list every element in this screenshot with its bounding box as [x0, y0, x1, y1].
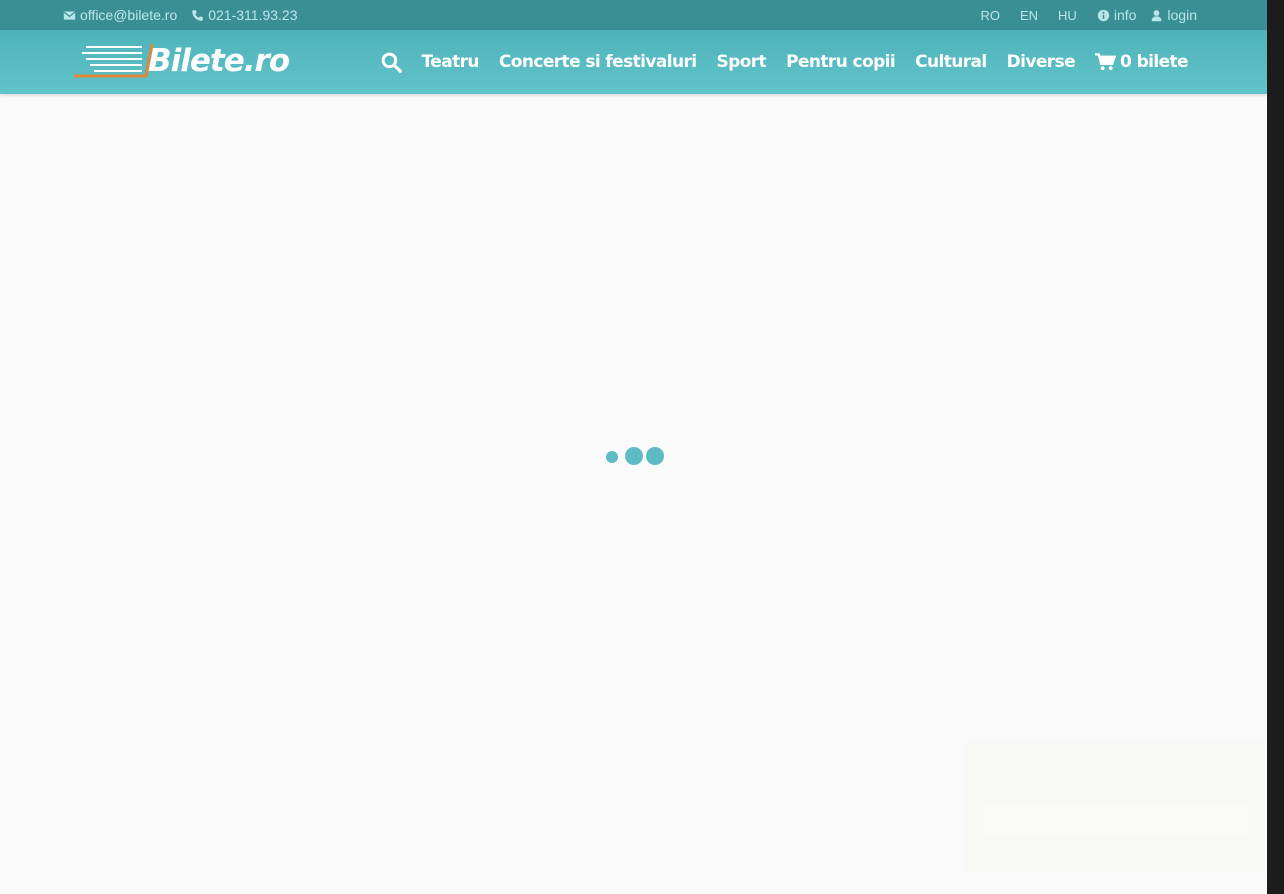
main-header: Bilete.ro Teatru Concerte si festivaluri… — [0, 30, 1267, 94]
info-link[interactable]: info — [1097, 7, 1137, 23]
loader-dot — [606, 451, 618, 463]
top-right-links: RO EN HU info login — [980, 0, 1197, 30]
nav-diverse[interactable]: Diverse — [1007, 52, 1076, 72]
top-contact-bar: office@bilete.ro 021-311.93.23 RO EN HU … — [0, 0, 1267, 30]
nav-teatru[interactable]: Teatru — [422, 52, 480, 72]
scrollbar-thumb[interactable] — [1267, 0, 1284, 894]
page-scrollbar[interactable] — [1267, 0, 1284, 894]
site-logo[interactable]: Bilete.ro — [72, 40, 302, 82]
loading-indicator — [604, 445, 668, 467]
language-hu[interactable]: HU — [1058, 8, 1077, 23]
cart-count-text: 0 bilete — [1120, 52, 1189, 72]
info-text: info — [1113, 7, 1137, 23]
main-navigation: Teatru Concerte si festivaluri Sport Pen… — [381, 30, 1189, 94]
contact-info: office@bilete.ro 021-311.93.23 — [63, 0, 298, 30]
search-button[interactable] — [381, 52, 402, 73]
login-text: login — [1167, 7, 1197, 23]
phone-text: 021-311.93.23 — [208, 7, 298, 23]
faded-cookie-notice — [965, 742, 1265, 872]
phone-link[interactable]: 021-311.93.23 — [191, 7, 298, 23]
logo-text: Bilete.ro — [148, 43, 290, 79]
faded-notice-button — [983, 804, 1249, 834]
phone-icon — [192, 9, 204, 21]
nav-sport[interactable]: Sport — [716, 52, 766, 72]
loader-dot — [625, 447, 643, 465]
login-link[interactable]: login — [1150, 7, 1197, 23]
user-icon — [1152, 9, 1162, 21]
language-en[interactable]: EN — [1020, 8, 1038, 23]
loader-dot — [646, 447, 664, 465]
envelope-icon — [63, 10, 76, 20]
logo-ticket-lines-icon — [74, 43, 154, 78]
language-ro[interactable]: RO — [980, 8, 1000, 23]
nav-concerte-si-festivaluri[interactable]: Concerte si festivaluri — [499, 52, 697, 72]
nav-cultural[interactable]: Cultural — [915, 52, 987, 72]
shopping-cart-icon — [1095, 53, 1117, 71]
email-link[interactable]: office@bilete.ro — [63, 7, 177, 23]
info-circle-icon — [1097, 9, 1110, 21]
email-text: office@bilete.ro — [80, 7, 178, 23]
cart-button[interactable]: 0 bilete — [1095, 52, 1189, 72]
nav-pentru-copii[interactable]: Pentru copii — [786, 52, 896, 72]
search-icon — [381, 52, 402, 73]
